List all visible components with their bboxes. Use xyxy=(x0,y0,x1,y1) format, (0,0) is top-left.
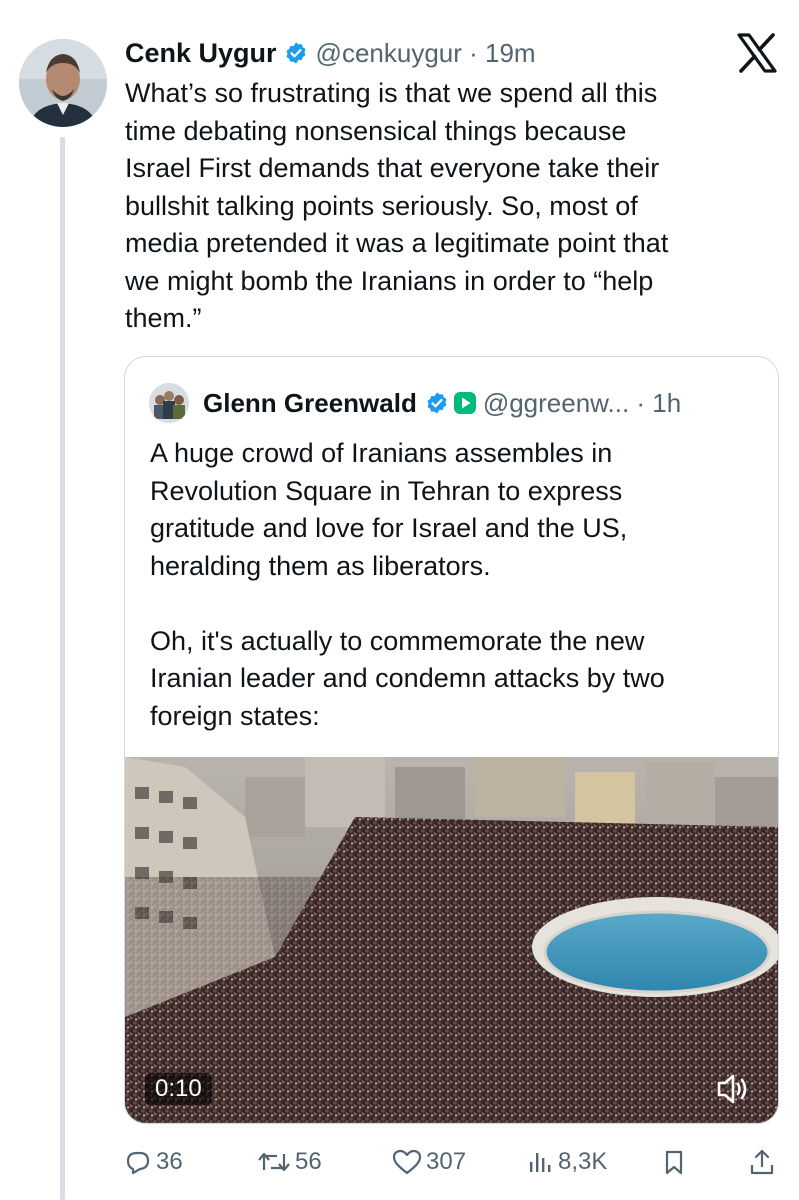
like-button[interactable]: 307 xyxy=(392,1142,466,1182)
repost-icon xyxy=(258,1152,290,1172)
views-button[interactable]: 8,3K xyxy=(526,1142,607,1182)
reply-count: 36 xyxy=(156,1148,183,1175)
author-handle-time[interactable]: @cenkuygur · 19m xyxy=(316,38,536,69)
speaker-icon[interactable] xyxy=(711,1069,755,1109)
views-chart-icon xyxy=(530,1153,551,1172)
crowd-video-thumbnail xyxy=(125,757,778,1123)
like-count: 307 xyxy=(426,1148,467,1175)
subscription-badge-icon xyxy=(453,391,477,415)
author-avatar[interactable] xyxy=(19,39,107,127)
share-icon xyxy=(750,1149,774,1175)
tweet-header: Cenk Uygur @cenkuygur · 19m xyxy=(125,33,536,73)
quote-text: A huge crowd of Iranians assembles in Re… xyxy=(150,438,665,731)
quoted-tweet-card[interactable]: Glenn Greenwald @ggreenw... · 1h A huge … xyxy=(124,356,779,1124)
quote-author-handle-time[interactable]: @ggreenw... · 1h xyxy=(483,388,681,419)
video-duration-badge: 0:10 xyxy=(145,1073,212,1105)
verified-badge-icon xyxy=(425,391,449,415)
heart-icon xyxy=(392,1149,422,1175)
reply-button[interactable]: 36 xyxy=(124,1142,183,1182)
author-name[interactable]: Cenk Uygur xyxy=(125,38,277,69)
verified-badge-icon xyxy=(284,41,308,65)
repost-count: 56 xyxy=(295,1148,322,1175)
video-player[interactable]: 0:10 xyxy=(125,757,778,1123)
quote-author-name[interactable]: Glenn Greenwald xyxy=(203,388,417,419)
quote-header: Glenn Greenwald @ggreenw... · 1h xyxy=(203,383,681,423)
thread-line xyxy=(60,137,65,1200)
views-count: 8,3K xyxy=(558,1148,608,1175)
bookmark-icon xyxy=(665,1150,683,1175)
tweet-actions-bar: 36 56 307 8,3K xyxy=(0,1142,799,1182)
tweet-text: What’s so frustrating is that we spend a… xyxy=(125,78,669,333)
bookmark-button[interactable] xyxy=(660,1142,692,1182)
repost-button[interactable]: 56 xyxy=(257,1142,322,1182)
quote-author-avatar xyxy=(149,383,189,423)
share-button[interactable] xyxy=(748,1142,780,1182)
x-logo-icon[interactable] xyxy=(736,33,778,73)
reply-icon xyxy=(126,1151,150,1175)
